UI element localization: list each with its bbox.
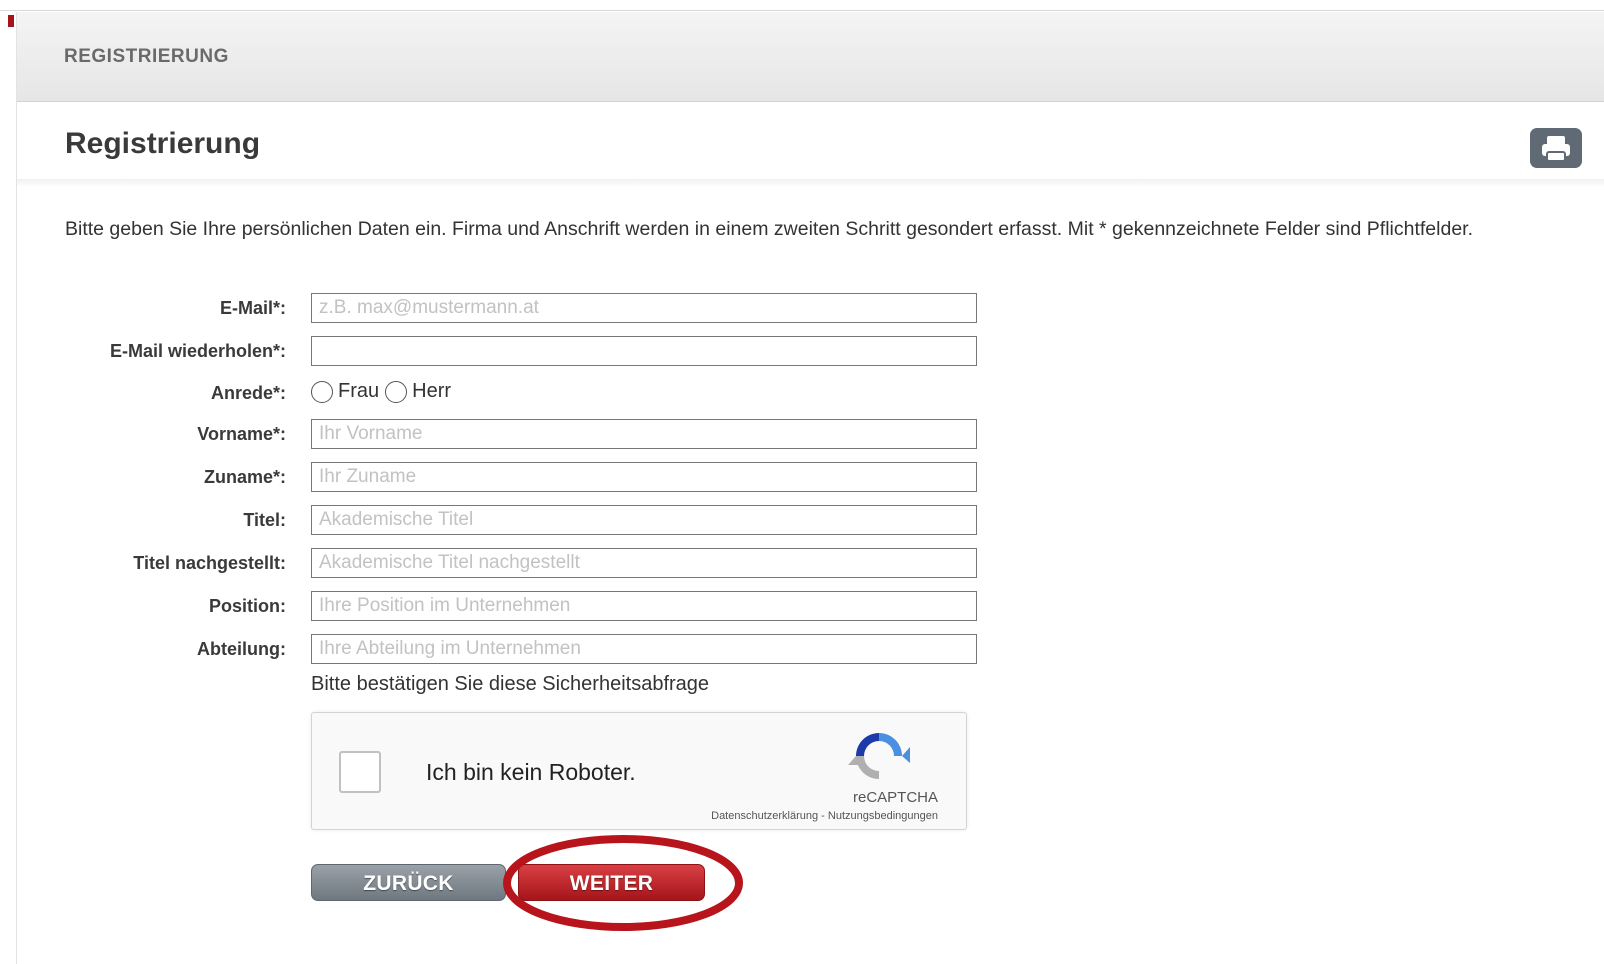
print-icon — [1542, 136, 1570, 162]
lastname-label: Zuname*: — [203, 467, 286, 487]
position-label: Position: — [209, 596, 286, 616]
section-header: REGISTRIERUNG — [17, 12, 1604, 102]
title-label: Titel: — [243, 510, 286, 530]
print-button[interactable] — [1530, 128, 1582, 168]
radio-frau[interactable] — [311, 380, 333, 403]
email-label: E-Mail*: — [219, 298, 286, 318]
firstname-label: Vorname*: — [197, 424, 286, 444]
email-field[interactable] — [311, 293, 977, 323]
back-button[interactable]: ZURÜCK — [311, 864, 506, 901]
email-repeat-field[interactable] — [311, 336, 977, 366]
email-row: E-Mail*: — [0, 293, 1000, 325]
department-label: Abteilung: — [197, 639, 286, 659]
firstname-field[interactable] — [311, 419, 977, 449]
top-edge — [0, 0, 1604, 11]
title-divider — [17, 179, 1604, 187]
captcha-caption: Bitte bestätigen Sie diese Sicherheitsab… — [311, 673, 710, 695]
brand-accent-bar — [8, 15, 14, 27]
title-row: Titel: — [0, 505, 1000, 537]
position-field[interactable] — [311, 591, 977, 621]
salutation-label: Anrede*: — [210, 383, 286, 403]
email-repeat-label: E-Mail wiederholen*: — [109, 341, 286, 361]
department-field[interactable] — [311, 634, 977, 664]
firstname-row: Vorname*: — [0, 419, 1000, 451]
radio-herr[interactable] — [385, 380, 408, 403]
salutation-radio-group: Frau Herr — [311, 380, 457, 403]
next-button[interactable]: WEITER — [518, 864, 705, 901]
intro-text: Bitte geben Sie Ihre persönlichen Daten … — [65, 218, 1473, 240]
lastname-row: Zuname*: — [0, 462, 1000, 494]
department-row: Abteilung: — [0, 634, 1000, 666]
section-header-title: REGISTRIERUNG — [64, 46, 229, 67]
recaptcha-checkbox[interactable] — [339, 751, 381, 793]
title-field[interactable] — [311, 505, 977, 535]
recaptcha-logo-icon — [848, 733, 910, 779]
title-suffix-label: Titel nachgestellt: — [133, 553, 286, 573]
recaptcha-label: Ich bin kein Roboter. — [426, 759, 636, 785]
position-row: Position: — [0, 591, 1000, 623]
lastname-field[interactable] — [311, 462, 977, 492]
email-repeat-row: E-Mail wiederholen*: — [0, 336, 1000, 368]
recaptcha-links[interactable]: Datenschutzerklärung - Nutzungsbedingung… — [711, 810, 938, 822]
recaptcha-widget: Ich bin kein Roboter. reCAPTCHA Datensch… — [311, 712, 967, 830]
title-suffix-field[interactable] — [311, 548, 977, 578]
radio-frau-label[interactable]: Frau — [338, 380, 379, 403]
recaptcha-brand: reCAPTCHA — [852, 789, 938, 806]
page-title: Registrierung — [65, 127, 261, 160]
radio-herr-label[interactable]: Herr — [412, 380, 451, 403]
title-suffix-row: Titel nachgestellt: — [0, 548, 1000, 580]
salutation-row: Anrede*: Frau Herr — [0, 378, 1000, 410]
